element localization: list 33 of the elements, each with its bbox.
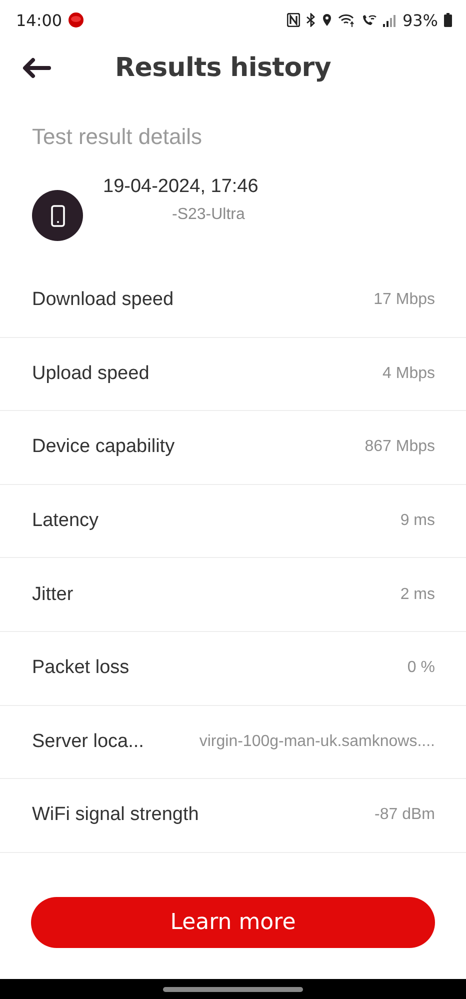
bluetooth-icon bbox=[306, 13, 316, 27]
nfc-icon bbox=[287, 13, 300, 27]
device-name: -S23-Ultra bbox=[172, 206, 246, 224]
section-title: Test result details bbox=[32, 124, 203, 151]
metric-label: WiFi signal strength bbox=[32, 804, 199, 826]
metric-label: Download speed bbox=[32, 288, 174, 311]
metric-label: Upload speed bbox=[32, 362, 150, 385]
metric-value: 2 ms bbox=[400, 586, 435, 604]
test-datetime: 19-04-2024, 17:46 bbox=[103, 176, 258, 198]
battery-percentage: 93% bbox=[402, 10, 438, 30]
phone-icon bbox=[50, 204, 64, 226]
signal-icon bbox=[383, 14, 396, 26]
home-handle[interactable] bbox=[163, 986, 303, 992]
metric-value: 9 ms bbox=[400, 512, 435, 530]
metric-label: Latency bbox=[32, 510, 99, 532]
status-time: 14:00 bbox=[16, 10, 62, 30]
metric-value: 0 % bbox=[407, 659, 435, 678]
metric-value: -87 dBm bbox=[374, 806, 435, 824]
metric-label: Packet loss bbox=[32, 657, 130, 680]
battery-icon bbox=[444, 13, 452, 27]
metric-label: Jitter bbox=[32, 584, 74, 606]
metric-value: 17 Mbps bbox=[374, 290, 435, 309]
metric-value: 867 Mbps bbox=[364, 438, 435, 456]
page-title: Results history bbox=[115, 53, 331, 83]
metric-label: Device capability bbox=[32, 436, 175, 458]
learn-more-button[interactable]: Learn more bbox=[31, 897, 435, 948]
wifi-calling-icon bbox=[361, 13, 378, 27]
app-notification-icon bbox=[68, 12, 84, 28]
metric-label: Server loca... bbox=[32, 730, 144, 753]
metric-value: virgin-100g-man-uk.samknows.... bbox=[199, 732, 435, 751]
location-icon bbox=[322, 13, 332, 27]
metric-value: 4 Mbps bbox=[382, 364, 435, 383]
wifi-icon bbox=[338, 13, 356, 27]
